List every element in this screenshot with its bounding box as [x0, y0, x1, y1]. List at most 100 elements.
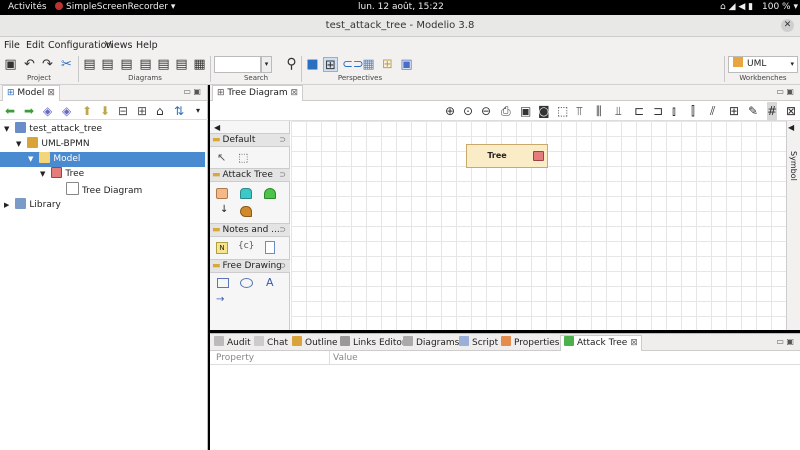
menu-views[interactable]: Views	[105, 40, 133, 51]
modeling-perspective-icon[interactable]: ⊞	[323, 57, 338, 73]
search-dropdown-icon[interactable]: ▾	[261, 56, 272, 73]
align-top-icon[interactable]: ⫪	[576, 102, 583, 121]
collapse-icon[interactable]: ⊃	[279, 224, 286, 236]
expand-icon[interactable]: ▼	[16, 140, 21, 148]
filter-icon[interactable]: ⊞	[137, 102, 147, 120]
menu-configuration[interactable]: Configuration	[48, 40, 112, 51]
forward-icon[interactable]: ➡	[24, 102, 34, 120]
tools-icon[interactable]: ✂	[59, 57, 74, 72]
tab-model[interactable]: ⊞ Model ⊠	[2, 85, 60, 101]
tree-perspective-icon[interactable]: ⊞	[380, 57, 395, 72]
marquee-tool-icon[interactable]: ⬚	[238, 151, 248, 164]
clock[interactable]: lun. 12 août, 15:22	[358, 2, 444, 12]
palette-group-attack-tree[interactable]: ▬ Attack Tree ⊃	[210, 168, 290, 182]
print-icon[interactable]: ⎙	[501, 102, 511, 121]
symbol-side-panel[interactable]: ◀ Symbol	[786, 121, 800, 330]
align-bottom-icon[interactable]: ⫫	[615, 102, 622, 121]
zoom-out-icon[interactable]: ⊖	[481, 102, 491, 121]
redo-icon[interactable]: ↷	[40, 57, 55, 72]
select-area-icon[interactable]: ⬚	[557, 102, 568, 121]
tab-tree-diagram[interactable]: ⊞ Tree Diagram ⊠	[212, 85, 304, 101]
tab-chat[interactable]: Chat	[254, 336, 288, 350]
state-diagram-icon[interactable]: ▤	[138, 57, 153, 72]
and-gate-icon[interactable]	[240, 188, 252, 199]
tree-item-tree[interactable]: ▼ Tree	[40, 167, 84, 182]
grid-perspective-icon[interactable]: ▦	[361, 57, 376, 72]
connection-arrow-icon[interactable]: ↓	[220, 204, 228, 215]
collapse-icon[interactable]: ⊃	[279, 134, 286, 146]
collapse-icon[interactable]: ⊟	[118, 102, 128, 120]
folder-perspective-icon[interactable]: ■	[305, 57, 320, 72]
close-icon[interactable]: ⊠	[630, 338, 638, 348]
palette-collapse-icon[interactable]: ◀	[214, 123, 220, 132]
undo-icon[interactable]: ↶	[22, 57, 37, 72]
expand-icon[interactable]: ▼	[4, 125, 9, 133]
minimize-maximize-icons[interactable]: ▭ ▣	[776, 337, 794, 346]
expand-icon[interactable]: ▼	[40, 170, 45, 178]
back-icon[interactable]: ⬅	[5, 102, 15, 120]
auto-layout-icon[interactable]: ⊞	[729, 102, 739, 121]
usecase-diagram-icon[interactable]: ▤	[156, 57, 171, 72]
tab-outline[interactable]: Outline	[292, 336, 338, 350]
distribute-icon[interactable]: ⫿	[691, 102, 695, 121]
search-input[interactable]	[214, 56, 261, 73]
system-tray[interactable]: ⌂ ◢ ◀ ▮	[720, 2, 753, 12]
or-gate-icon[interactable]	[264, 188, 276, 199]
search-icon[interactable]: ⚲	[284, 57, 299, 72]
align-left-icon[interactable]: ⊏	[634, 102, 644, 121]
tab-script[interactable]: Script	[459, 336, 498, 350]
sequence-diagram-icon[interactable]: ▤	[119, 57, 134, 72]
menu-file[interactable]: File	[4, 40, 20, 51]
document-icon[interactable]	[265, 241, 275, 254]
class-diagram-icon[interactable]: ▤	[82, 57, 97, 72]
link-right-icon[interactable]: ◈	[62, 102, 71, 120]
tab-audit[interactable]: Audit	[214, 336, 251, 350]
tree-item-uml-bpmn[interactable]: ▼ UML-BPMN	[16, 137, 90, 152]
tab-links-editor[interactable]: Links Editor	[340, 336, 406, 350]
down-icon[interactable]: ⬇	[100, 102, 110, 120]
tree-item-tree-diagram[interactable]: Tree Diagram	[66, 182, 142, 197]
note-icon[interactable]: N	[216, 242, 228, 254]
menu-edit[interactable]: Edit	[26, 40, 44, 51]
expand-icon[interactable]: ▶	[4, 201, 9, 209]
activities-button[interactable]: Activités	[8, 2, 47, 12]
sync-icon[interactable]: ⇅	[174, 102, 184, 120]
palette-group-notes[interactable]: ▬ Notes and ... ⊃	[210, 223, 290, 237]
tree-element-node[interactable]: Tree	[466, 144, 548, 168]
rectangle-icon[interactable]	[217, 278, 229, 288]
format-painter-icon[interactable]: ✎	[748, 102, 758, 121]
workbench-select[interactable]: UML ▾	[728, 56, 798, 73]
expand-icon[interactable]: ◀	[788, 123, 794, 132]
select-tool-icon[interactable]: ↖	[217, 151, 226, 164]
align-center-icon[interactable]: ⊐	[653, 102, 663, 121]
minimize-maximize-icons[interactable]: ▭ ▣	[776, 87, 794, 96]
tree-item-project[interactable]: ▼ test_attack_tree	[4, 122, 102, 137]
expand-icon[interactable]: ▼	[28, 155, 33, 163]
save-image-icon[interactable]: ▣	[520, 102, 531, 121]
camera-icon[interactable]: ◙	[538, 102, 550, 121]
grid-toggle-icon[interactable]: #	[767, 102, 778, 121]
minimize-maximize-icons[interactable]: ▭ ▣	[183, 87, 201, 96]
view-menu-icon[interactable]: ▾	[196, 102, 200, 120]
close-icon[interactable]: ⊠	[47, 88, 55, 98]
save-icon[interactable]: ▣	[3, 57, 18, 72]
tree-item-library[interactable]: ▶ Library	[4, 198, 61, 213]
calendar-perspective-icon[interactable]: ▣	[399, 57, 414, 72]
collapse-icon[interactable]: ⊃	[279, 169, 286, 181]
deployment-diagram-icon[interactable]: ▤	[174, 57, 189, 72]
snap-icon[interactable]: ⊠	[786, 102, 796, 121]
link-left-icon[interactable]: ◈	[43, 102, 52, 120]
palette-group-default[interactable]: ▬ Default ⊃	[210, 133, 290, 147]
link-perspective-icon[interactable]: ⊂⊃	[342, 57, 364, 72]
menu-help[interactable]: Help	[136, 40, 158, 51]
tree-item-model[interactable]: ▼ Model	[0, 152, 205, 167]
constraint-icon[interactable]: {c}	[238, 241, 254, 251]
text-tool-icon[interactable]: A	[266, 276, 274, 289]
up-icon[interactable]: ⬆	[82, 102, 92, 120]
activity-diagram-icon[interactable]: ▤	[100, 57, 115, 72]
app-menu[interactable]: SimpleScreenRecorder ▾	[55, 2, 175, 12]
line-tool-icon[interactable]: →	[216, 294, 224, 305]
tab-properties[interactable]: Properties	[501, 336, 559, 350]
align-middle-icon[interactable]: ⫼	[596, 102, 602, 121]
ellipse-icon[interactable]	[240, 278, 253, 288]
